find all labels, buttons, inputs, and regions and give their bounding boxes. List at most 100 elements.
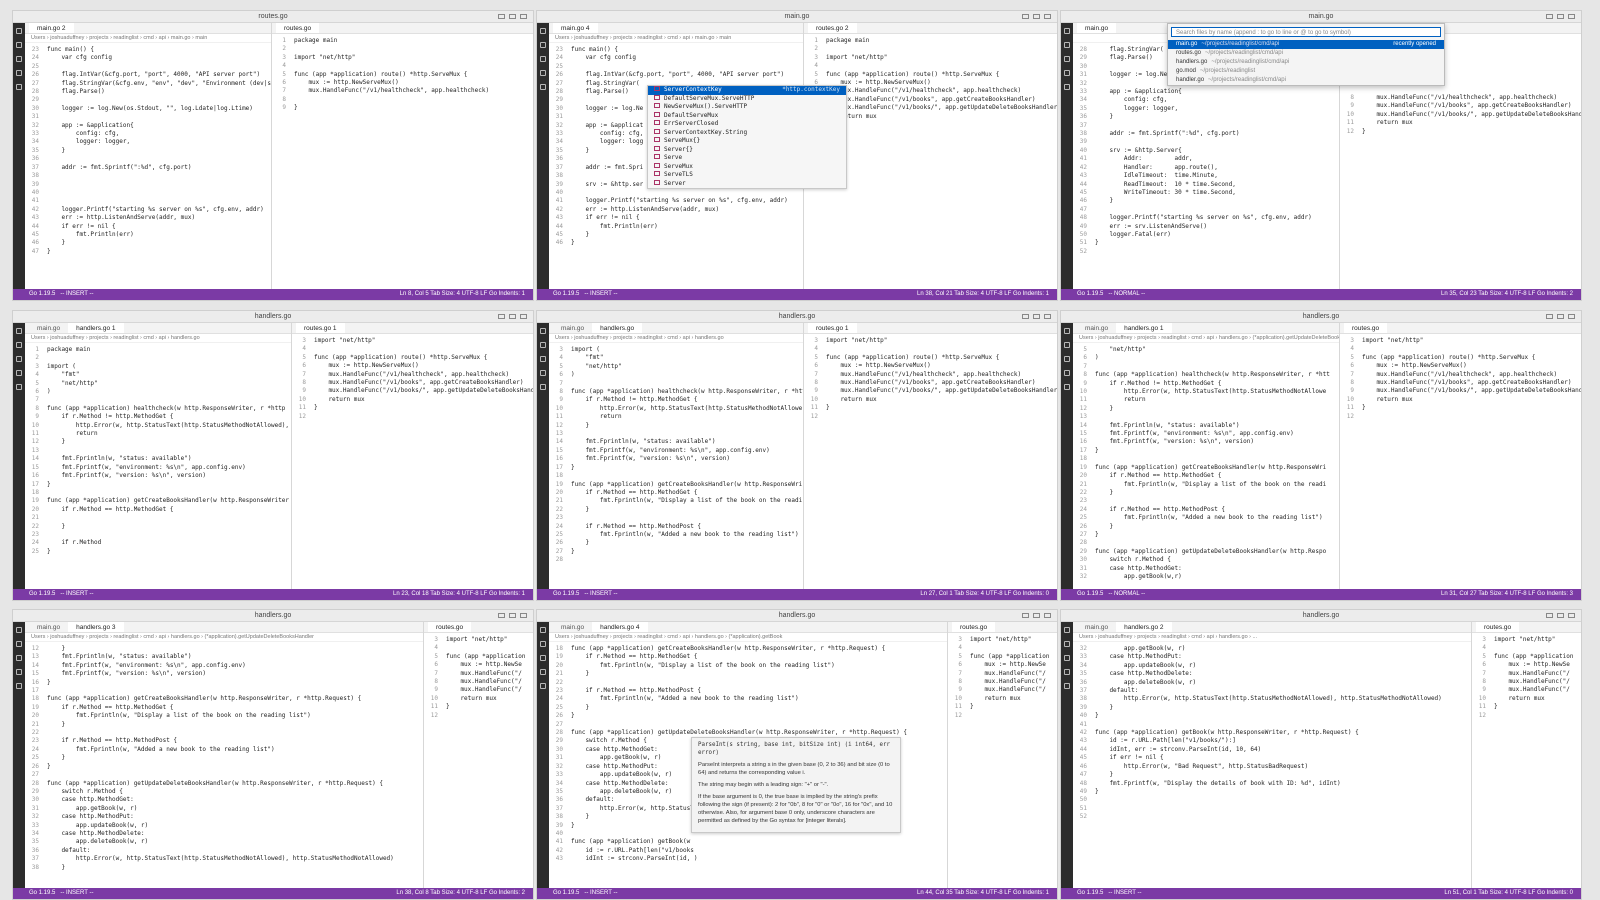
code-line[interactable]: 46} xyxy=(549,239,803,247)
activity-bar[interactable] xyxy=(537,622,549,888)
code-line[interactable]: 45 if err != nil { xyxy=(1073,754,1471,762)
code-line[interactable]: 20 if r.Method == http.MethodGet { xyxy=(1073,472,1339,480)
code-line[interactable]: 24 var cfg config xyxy=(25,54,271,62)
code-line[interactable]: 3 import "net/http" xyxy=(804,54,1057,62)
code-line[interactable]: 11} xyxy=(948,703,1057,711)
code-line[interactable]: 1 package main xyxy=(25,346,291,354)
code-line[interactable]: 42 logger.Printf("starting %s server on … xyxy=(25,206,271,214)
code-line[interactable]: 30 logger := log.New(os.Stdout, "", log.… xyxy=(25,105,271,113)
code-line[interactable]: 40 xyxy=(25,189,271,197)
editor-pane-left[interactable]: main.go handlers.go Users › joshuaduffney… xyxy=(549,323,803,589)
code-line[interactable]: 38 xyxy=(25,172,271,180)
code-line[interactable]: 10 return mux xyxy=(804,396,1057,404)
code-line[interactable]: 35 logger: logger, xyxy=(1073,105,1339,113)
code-line[interactable]: 11} xyxy=(1340,404,1581,412)
code-line[interactable]: 40 srv := &http.Server{ xyxy=(1073,147,1339,155)
activity-bar[interactable] xyxy=(1061,323,1073,589)
code-line[interactable]: 9 mux.HandleFunc("/ xyxy=(1472,686,1581,694)
code-line[interactable]: 38 addr := fmt.Sprintf(":%d", cfg.port) xyxy=(1073,130,1339,138)
code-line[interactable]: 41 func (app *application) getBook(w xyxy=(549,838,947,846)
code-line[interactable]: 37 xyxy=(1073,122,1339,130)
code-line[interactable]: 6 mux := http.NewSe xyxy=(424,661,533,669)
code-line[interactable]: 36 default: xyxy=(25,847,423,855)
code-line[interactable]: 31 case http.MethodGet: xyxy=(1073,565,1339,573)
autocomplete-item[interactable]: ServeTLS xyxy=(648,171,846,180)
code-editor[interactable]: 32 app.getBook(w, r) 33 case http.MethodP… xyxy=(1073,642,1471,822)
code-line[interactable]: 8 xyxy=(272,96,533,104)
quick-open-dialog[interactable]: Search files by name (append : to go to … xyxy=(1167,23,1445,86)
code-line[interactable]: 7 mux.HandleFunc("/v1/healthcheck", app.… xyxy=(272,87,533,95)
breadcrumb[interactable]: Users › joshuaduffney › projects › readi… xyxy=(549,633,947,642)
code-line[interactable]: 3 import ( xyxy=(25,363,291,371)
code-line[interactable]: 8 mux.HandleFunc("/v1/books", app.getCre… xyxy=(292,379,533,387)
autocomplete-item[interactable]: Server{} xyxy=(648,145,846,155)
code-line[interactable]: 18 func (app *application) getCreateBooks… xyxy=(549,645,947,653)
code-line[interactable]: 21 fmt.Fprintln(w, "Display a list of th… xyxy=(1073,481,1339,489)
code-line[interactable]: 9 if r.Method != http.MethodGet { xyxy=(549,396,803,404)
code-line[interactable]: 23 func main() { xyxy=(25,46,271,54)
code-line[interactable]: 15 fmt.Fprintf(w, "environment: %s\n", a… xyxy=(25,464,291,472)
activity-bar[interactable] xyxy=(13,323,25,589)
quick-open-item[interactable]: handlers.go ~/projects/readinglist/cmd/ap… xyxy=(1168,58,1444,67)
code-line[interactable]: 28 xyxy=(1073,539,1339,547)
code-line[interactable]: 22 xyxy=(25,729,423,737)
code-line[interactable]: 18 xyxy=(549,472,803,480)
code-line[interactable]: 46 } xyxy=(25,239,271,247)
code-line[interactable]: 27} xyxy=(1073,531,1339,539)
code-line[interactable]: 33 case http.MethodPut: xyxy=(1073,653,1471,661)
code-line[interactable]: 15 fmt.Fprintf(w, "environment: %s\n", a… xyxy=(1073,430,1339,438)
autocomplete-list[interactable]: ServerContextKey *http.contextKey DefaultS… xyxy=(647,85,847,189)
code-line[interactable]: 4 xyxy=(1340,345,1581,353)
code-line[interactable]: 22 } xyxy=(549,506,803,514)
code-line[interactable]: 41 Addr: addr, xyxy=(1073,155,1339,163)
code-editor[interactable]: 23 func main() {24 var cfg config 25 26 fla… xyxy=(25,43,271,256)
autocomplete-item[interactable]: ServerContextKey *http.contextKey xyxy=(648,86,846,95)
code-line[interactable]: 38 } xyxy=(25,864,423,872)
code-line[interactable]: 12 xyxy=(1340,413,1581,421)
code-line[interactable]: 1 package main xyxy=(272,37,533,45)
code-line[interactable]: 8 mux.HandleFunc("/ xyxy=(948,678,1057,686)
code-line[interactable]: 12 xyxy=(804,413,1057,421)
code-line[interactable]: 18 xyxy=(25,489,291,497)
code-line[interactable]: 9 mux.HandleFunc("/v1/books/", app.getUp… xyxy=(1340,387,1581,395)
code-line[interactable]: 10 mux.HandleFunc("/v1/books/", app.getU… xyxy=(1340,111,1581,119)
code-line[interactable]: 27 xyxy=(549,721,947,729)
code-line[interactable]: 2 xyxy=(272,45,533,53)
code-line[interactable]: 25 xyxy=(549,63,803,71)
code-line[interactable]: 39 } xyxy=(1073,704,1471,712)
code-line[interactable]: 33 app := &application{ xyxy=(1073,88,1339,96)
code-line[interactable]: 10 return mux xyxy=(292,396,533,404)
tab-routes-go[interactable]: routes.go xyxy=(952,622,996,632)
activity-bar[interactable] xyxy=(1061,23,1073,289)
code-line[interactable]: 1 package main xyxy=(804,37,1057,45)
code-line[interactable]: 12 } xyxy=(1073,405,1339,413)
code-line[interactable]: 19 if r.Method == http.MethodGet { xyxy=(549,653,947,661)
code-line[interactable]: 28 flag.Parse() xyxy=(25,88,271,96)
tab-main-go[interactable]: main.go xyxy=(29,622,68,632)
code-line[interactable]: 4 xyxy=(1472,644,1581,652)
editor-pane-right[interactable]: routes.go 1 package main 2 3 import "net/htt… xyxy=(271,23,533,289)
code-line[interactable]: 36 } xyxy=(1073,113,1339,121)
code-line[interactable]: 3 import ( xyxy=(549,346,803,354)
code-line[interactable]: 14 fmt.Fprintln(w, "status: available") xyxy=(25,455,291,463)
code-editor[interactable]: 3 import "net/http" 4 5 func (app *applicati… xyxy=(1472,633,1581,720)
breadcrumb[interactable]: Users › joshuaduffney › projects › readi… xyxy=(549,34,803,43)
layout-controls[interactable] xyxy=(1022,613,1051,618)
code-line[interactable]: 5 func (app *application) route() *http.S… xyxy=(292,354,533,362)
code-line[interactable]: 20 fmt.Fprintln(w, "Display a list of th… xyxy=(25,712,423,720)
code-line[interactable]: 10 return mux xyxy=(1340,396,1581,404)
code-line[interactable]: 11 return xyxy=(549,413,803,421)
code-line[interactable]: 26 } xyxy=(549,539,803,547)
code-line[interactable]: 40} xyxy=(1073,712,1471,720)
code-line[interactable]: 5 func (app *application xyxy=(1472,653,1581,661)
code-line[interactable]: 46 http.Error(w, "Bad Request", http.Sta… xyxy=(1073,763,1471,771)
code-line[interactable]: 24 if r.Method == http.MethodPost { xyxy=(549,523,803,531)
code-line[interactable]: 9} xyxy=(272,104,533,112)
breadcrumb[interactable]: Users › joshuaduffney › projects › readi… xyxy=(25,633,423,642)
code-line[interactable]: 43 idInt := strconv.ParseInt(id, ) xyxy=(549,855,947,863)
code-line[interactable]: 33 config: cfg, xyxy=(25,130,271,138)
autocomplete-item[interactable]: ServerContextKey.String xyxy=(648,128,846,138)
code-line[interactable]: 44 fmt.Println(err) xyxy=(549,223,803,231)
code-line[interactable]: 14 fmt.Fprintf(w, "environment: %s\n", a… xyxy=(25,662,423,670)
code-line[interactable]: 9 mux.HandleFunc("/ xyxy=(424,686,533,694)
